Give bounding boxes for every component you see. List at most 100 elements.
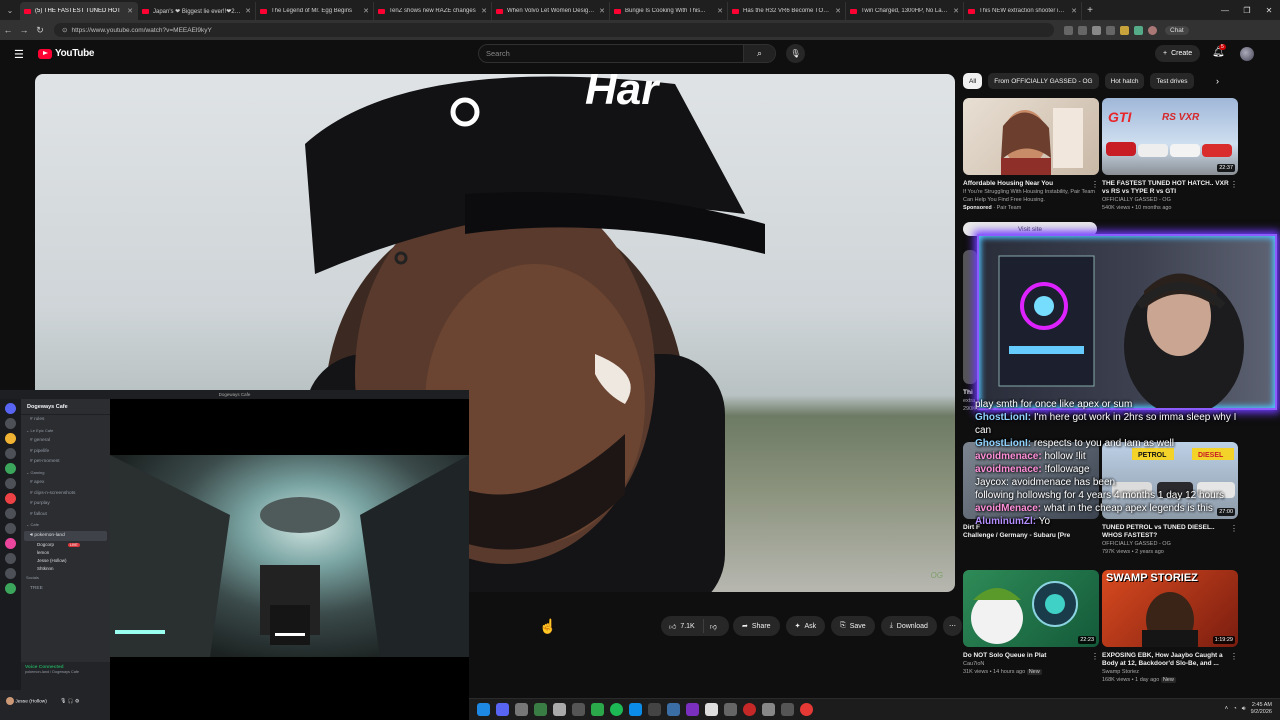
voice-channel[interactable]: TREE [21, 584, 110, 595]
recommended-video[interactable]: 22:23 Do NOT Solo Queue in Plat Cau7ioN … [963, 570, 1101, 676]
server-icon[interactable] [5, 538, 16, 549]
close-icon[interactable]: ✕ [481, 7, 487, 15]
app-icon[interactable] [781, 703, 794, 716]
app-icon[interactable] [591, 703, 604, 716]
app-icon[interactable] [724, 703, 737, 716]
app-icon[interactable] [762, 703, 775, 716]
share-button[interactable]: ➦ Share [733, 616, 780, 636]
close-window-icon[interactable]: ✕ [1258, 0, 1280, 20]
ad-card[interactable]: Affordable Housing Near You If You're St… [963, 98, 1101, 212]
extension-icon[interactable] [1078, 25, 1087, 35]
more-vert-icon[interactable]: ⋮ [1230, 652, 1238, 661]
profile-icon[interactable] [1148, 25, 1157, 35]
channel-category[interactable]: ⌄ Le Epic Cafe [21, 426, 110, 437]
ask-button[interactable]: ✦ Ask [785, 616, 826, 636]
browser-tab[interactable]: When Volvo Let Women Design a ✕ [492, 2, 610, 20]
channel-item[interactable]: # purplay [21, 499, 110, 510]
channel-item[interactable]: # clips-n-screenshots [21, 489, 110, 500]
app-icon[interactable] [515, 703, 528, 716]
browser-tab[interactable]: (5) THE FASTEST TUNED HOT ✕ [20, 2, 138, 20]
app-icon[interactable] [477, 703, 490, 716]
server-icon[interactable] [5, 508, 16, 519]
close-icon[interactable]: ✕ [599, 7, 605, 15]
microphone-icon[interactable]: 🎙 [786, 44, 805, 63]
create-button[interactable]: + Create [1155, 45, 1201, 62]
voice-user[interactable]: Dogcorp LIVE [21, 541, 110, 549]
wifi-icon[interactable]: ◔ [1233, 706, 1237, 712]
browser-tab[interactable]: TenZ shows new RAZE changes ✕ [374, 2, 492, 20]
maximize-icon[interactable]: ❐ [1236, 0, 1258, 20]
spotify-app-icon[interactable] [610, 703, 623, 716]
close-icon[interactable]: ✕ [717, 7, 723, 15]
channel-item[interactable]: # pipelife [21, 447, 110, 458]
more-vert-icon[interactable]: ⋮ [1091, 652, 1099, 661]
server-icon[interactable] [5, 568, 16, 579]
volume-icon[interactable]: 🔊︎ [1242, 706, 1246, 713]
taskbar-clock[interactable]: 2:45 AM 9/2/2026 [1251, 702, 1272, 716]
server-icon[interactable] [5, 463, 16, 474]
stream-viewer[interactable] [110, 399, 469, 720]
browser-tab[interactable]: Twin Charged, 1300HP, No Lag. - ✕ [846, 2, 964, 20]
server-icon[interactable] [5, 448, 16, 459]
search-icon[interactable]: ⌕ [743, 45, 775, 62]
server-icon[interactable] [5, 523, 16, 534]
tab-search-icon[interactable]: ⌄ [0, 0, 20, 20]
channel-item[interactable]: # general [21, 436, 110, 447]
voice-user[interactable]: Shtknnn [21, 565, 110, 573]
server-icon[interactable] [5, 553, 16, 564]
app-icon[interactable] [534, 703, 547, 716]
recommended-video[interactable]: SWAMP STORIEZ 1:19:29 EXPOSING EBK, How … [1102, 570, 1240, 684]
extension-icon[interactable] [1064, 25, 1073, 35]
gear-icon[interactable]: ⚙ [75, 699, 79, 704]
forward-icon[interactable]: → [16, 20, 32, 40]
channel-category[interactable]: ⌄ Cafe [21, 520, 110, 531]
chip-test-drives[interactable]: Test drives [1150, 73, 1194, 89]
guild-name[interactable]: Dogeways Cafe [21, 399, 110, 415]
menu-icon[interactable]: ☰ [14, 48, 24, 61]
app-icon[interactable] [648, 703, 661, 716]
server-icon[interactable] [5, 418, 16, 429]
browser-tab[interactable]: The Legend of Mr. Egg Begins ✕ [256, 2, 374, 20]
site-info-icon[interactable]: ⊙ [62, 26, 67, 34]
headphones-icon[interactable]: 🎧 [68, 699, 74, 704]
user-avatar[interactable] [6, 697, 14, 705]
close-icon[interactable]: ✕ [1071, 7, 1077, 15]
channel-item[interactable]: # fallout [21, 510, 110, 521]
close-icon[interactable]: ✕ [127, 7, 133, 15]
browser-tab[interactable]: Bungie Is Cooking With This... ✕ [610, 2, 728, 20]
minimize-icon[interactable]: — [1214, 0, 1236, 20]
close-icon[interactable]: ✕ [245, 7, 251, 15]
discord-app-icon[interactable] [496, 703, 509, 716]
search-input[interactable] [479, 45, 743, 62]
server-icon[interactable] [5, 478, 16, 489]
recommended-video[interactable]: GTI RS VXR 22:37 THE FASTEST TUNED HOT H… [1102, 98, 1240, 212]
extension-icon[interactable] [1106, 25, 1115, 35]
channel-category[interactable]: ⌄ Gaming [21, 468, 110, 479]
channel-item[interactable]: 🔊︎ pokemon-land [24, 530, 107, 541]
app-icon[interactable] [686, 703, 699, 716]
like-button[interactable]: 👍︎ 7.1K [661, 619, 704, 633]
channel-item[interactable]: # rules [21, 415, 110, 426]
add-server-icon[interactable] [5, 583, 16, 594]
app-icon[interactable] [705, 703, 718, 716]
channel-item[interactable]: # pet-moment [21, 457, 110, 468]
chevron-up-icon[interactable]: ˄ [1225, 706, 1229, 712]
server-icon[interactable] [5, 493, 16, 504]
account-avatar[interactable] [1240, 47, 1254, 61]
discord-home-icon[interactable] [5, 403, 16, 414]
save-button[interactable]: ⎘ Save [831, 616, 875, 636]
youtube-logo[interactable]: YouTube [38, 48, 95, 59]
channel-item[interactable]: # apex [21, 478, 110, 489]
voice-user[interactable]: lemon [21, 549, 110, 557]
browser-tab[interactable]: Has the R32 VR6 Become TOO Co ✕ [728, 2, 846, 20]
more-vert-icon[interactable]: ⋮ [1091, 180, 1099, 189]
app-icon[interactable] [553, 703, 566, 716]
microphone-icon[interactable]: 🎙 [60, 699, 66, 704]
url-field[interactable]: ⊙ https://www.youtube.com/watch?v=MEEAEl… [54, 23, 1054, 37]
extension-icon[interactable] [1120, 25, 1129, 35]
chevron-right-icon[interactable]: › [1216, 76, 1219, 86]
bookmark-star-icon[interactable] [1092, 25, 1101, 35]
extension-icon[interactable] [1134, 25, 1143, 35]
back-icon[interactable]: ← [0, 20, 16, 40]
more-vert-icon[interactable]: ⋮ [1230, 180, 1238, 189]
